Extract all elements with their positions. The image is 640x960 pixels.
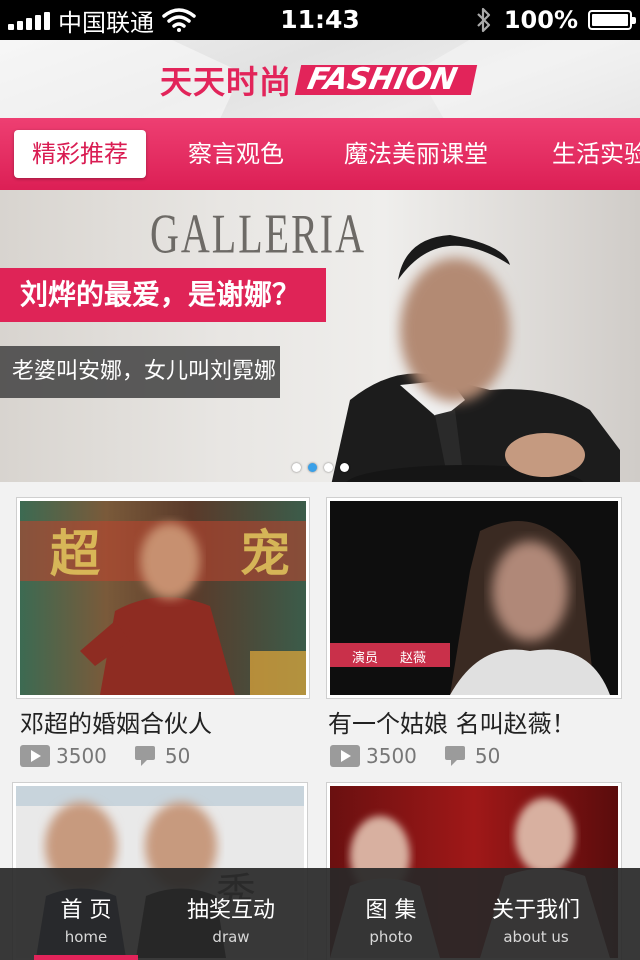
logo-english: FASHION — [294, 62, 478, 97]
play-count-icon — [20, 745, 50, 767]
video-stats: 3500 50 — [20, 744, 190, 768]
tab-observe[interactable]: 察言观色 — [188, 130, 284, 178]
svg-text:超: 超 — [50, 525, 101, 583]
tab-beauty-class[interactable]: 魔法美丽课堂 — [344, 130, 488, 178]
video-thumbnail[interactable]: 演员 赵薇 — [326, 497, 622, 699]
category-tabs: 精彩推荐 察言观色 魔法美丽课堂 生活实验 — [0, 118, 640, 190]
svg-text:宠: 宠 — [240, 525, 290, 583]
nav-about[interactable]: 关于我们 about us — [476, 868, 596, 960]
bottom-navigation: 首 页 home 抽奖互动 draw 图 集 photo 关于我们 about … — [0, 868, 640, 960]
app-logo: 天天时尚 FASHION — [160, 60, 478, 101]
nav-about-label: 关于我们 — [491, 898, 580, 923]
video-caption-name: 赵薇 — [400, 651, 427, 666]
carousel-dot[interactable] — [292, 463, 301, 472]
carousel-dot[interactable] — [324, 463, 333, 472]
carousel-pagination[interactable] — [292, 463, 349, 472]
battery-icon — [588, 10, 636, 30]
nav-photo[interactable]: 图 集 photo — [331, 868, 451, 960]
bluetooth-icon — [477, 7, 490, 33]
comment-icon — [134, 746, 155, 766]
app-header: 天天时尚 FASHION — [0, 40, 640, 118]
battery-percent: 100% — [503, 6, 578, 34]
comment-count: 50 — [474, 744, 501, 768]
nav-home-sublabel: home — [64, 928, 108, 946]
video-thumbnail[interactable]: 超 宠 — [16, 497, 310, 699]
video-thumbnail-image: 超 宠 — [20, 521, 306, 695]
banner-subtitle: 老婆叫安娜，女儿叫刘霓娜 — [0, 346, 280, 398]
nav-home[interactable]: 首 页 home — [26, 868, 146, 960]
comment-count: 50 — [164, 744, 191, 768]
video-caption-role: 演员 — [352, 651, 379, 666]
video-title[interactable]: 有一个姑娘 名叫赵薇！ — [328, 704, 576, 739]
nav-active-indicator — [34, 955, 138, 960]
status-bar: 中国联通 11:43 100% — [0, 0, 640, 40]
play-count: 3500 — [56, 744, 107, 768]
nav-home-label: 首 页 — [60, 898, 112, 923]
play-count-icon — [330, 745, 360, 767]
video-title[interactable]: 邓超的婚姻合伙人 — [20, 704, 212, 739]
nav-photo-sublabel: photo — [369, 928, 413, 946]
banner-headline-text: 刘烨的最爱，是谢娜？ — [20, 278, 301, 311]
comment-icon — [444, 746, 465, 766]
banner-headline: 刘烨的最爱，是谢娜？ — [0, 268, 326, 322]
nav-draw-label: 抽奖互动 — [186, 898, 275, 923]
tab-life-lab[interactable]: 生活实验 — [552, 130, 640, 178]
logo-chinese: 天天时尚 — [160, 63, 293, 101]
video-stats: 3500 50 — [330, 744, 500, 768]
banner-person-image — [331, 235, 620, 482]
play-count: 3500 — [366, 744, 417, 768]
nav-draw[interactable]: 抽奖互动 draw — [171, 868, 291, 960]
carousel-dot[interactable] — [308, 463, 317, 472]
banner-carousel[interactable]: GALLERIA 刘烨的最爱，是谢娜？ 老婆叫安娜，女儿叫刘霓娜 — [0, 190, 640, 482]
nav-about-sublabel: about us — [503, 928, 569, 946]
carousel-dot[interactable] — [340, 463, 349, 472]
nav-draw-sublabel: draw — [212, 928, 250, 946]
nav-photo-label: 图 集 — [365, 898, 417, 923]
tab-featured[interactable]: 精彩推荐 — [14, 130, 146, 178]
banner-subtitle-text: 老婆叫安娜，女儿叫刘霓娜 — [12, 359, 277, 384]
